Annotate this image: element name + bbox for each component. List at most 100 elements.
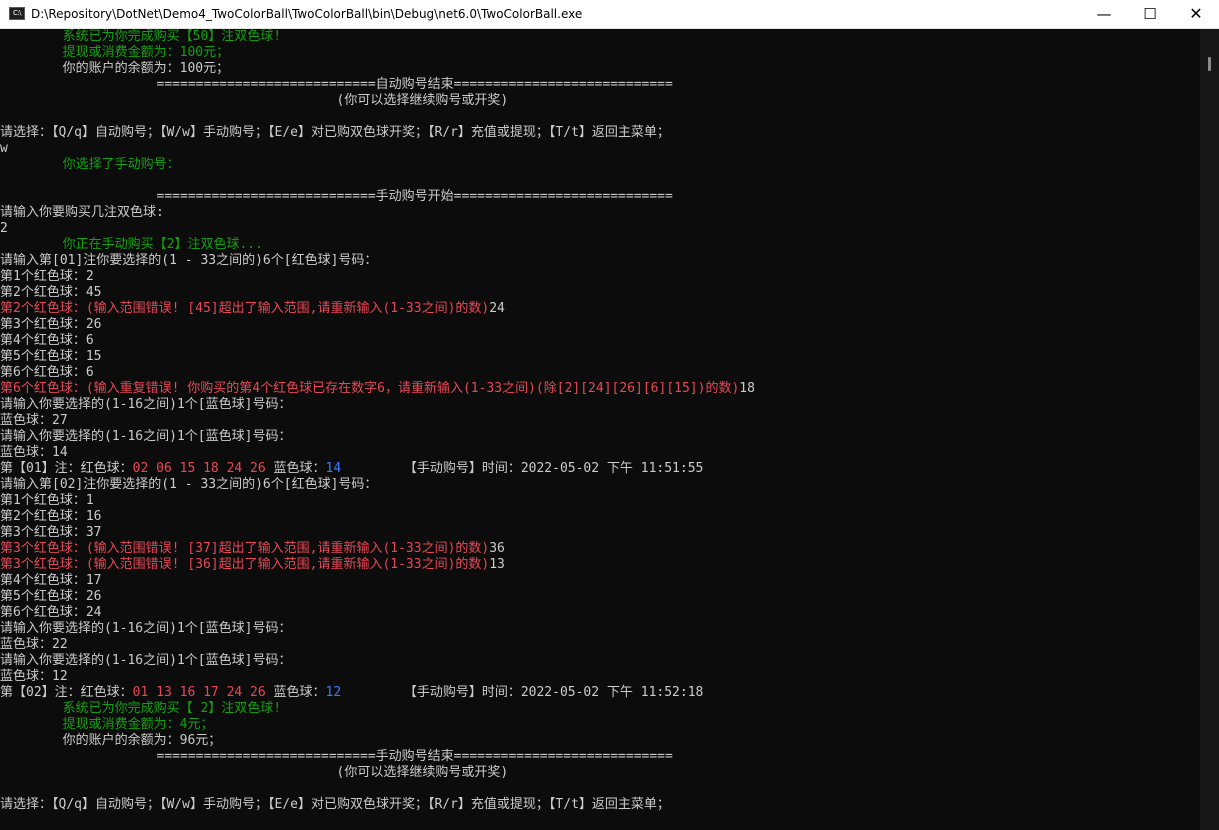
console-line: 第4个红色球：6 xyxy=(0,333,94,349)
console-text: 系统已为你完成购买【 2】注双色球! xyxy=(0,701,282,716)
console-line: 系统已为你完成购买【50】注双色球! xyxy=(0,29,281,45)
console-line: 提现或消费金额为：100元； xyxy=(0,45,229,61)
console-text: 你的账户的余额为：100元； xyxy=(0,61,230,76)
close-button[interactable]: ✕ xyxy=(1173,0,1219,28)
console-text: 18 xyxy=(739,381,755,396)
console-line: 第6个红色球：24 xyxy=(0,605,101,621)
console-text: 蓝色球：22 xyxy=(0,637,68,652)
console-line: 第【01】注：红色球：02 06 15 18 24 26 蓝色球：14 【手动购… xyxy=(0,461,703,477)
console-text: 第4个红色球：6 xyxy=(0,333,94,348)
console-line: 请输入第[01]注你要选择的(1 - 33之间的)6个[红色球]号码： xyxy=(0,253,377,269)
console-line: 第2个红色球：45 xyxy=(0,285,101,301)
console-line: 第1个红色球：1 xyxy=(0,493,94,509)
console-line: 第3个红色球：26 xyxy=(0,317,101,333)
console-text: w xyxy=(0,141,8,156)
console-line: 请输入你要购买几注双色球: xyxy=(0,205,164,221)
console-text: 01 13 16 17 24 26 xyxy=(132,685,266,700)
console-line: 系统已为你完成购买【 2】注双色球! xyxy=(0,701,281,717)
console-text: 第2个红色球：16 xyxy=(0,509,102,524)
console-text: 请选择：【Q/q】自动购号；【W/w】手动购号；【E/e】对已购双色球开奖；【R… xyxy=(0,125,670,140)
console-output[interactable]: 系统已为你完成购买【50】注双色球! 提现或消费金额为：100元； 你的账户的余… xyxy=(0,29,1200,830)
title-bar[interactable]: C:\ D:\Repository\DotNet\Demo4_TwoColorB… xyxy=(0,0,1219,29)
console-line: 第1个红色球：2 xyxy=(0,269,94,285)
console-line: 第6个红色球：(输入重复错误! 你购买的第4个红色球已存在数字6，请重新输入(1… xyxy=(0,381,755,397)
console-line: 蓝色球：12 xyxy=(0,669,68,685)
console-line: 第2个红色球：16 xyxy=(0,509,101,525)
console-text: 你正在手动购买【2】注双色球... xyxy=(0,237,263,252)
console-line: ============================手动购号结束======… xyxy=(0,749,673,765)
console-line: 蓝色球：14 xyxy=(0,445,68,461)
console-line: ============================手动购号开始======… xyxy=(0,189,673,205)
console-text: 第1个红色球：2 xyxy=(0,269,94,284)
console-line: 第3个红色球：(输入范围错误! [37]超出了输入范围,请重新输入(1-33之间… xyxy=(0,541,505,557)
console-text: 12 xyxy=(325,685,342,700)
console-text: 第6个红色球：6 xyxy=(0,365,94,380)
console-line: 2 xyxy=(0,221,8,237)
console-app-icon: C:\ xyxy=(9,7,25,20)
console-text: 【手动购号】时间：2022-05-02 下午 11:52:18 xyxy=(341,685,704,700)
console-text: 第2个红色球：45 xyxy=(0,285,102,300)
console-line: (你可以选择继续购号或开奖) xyxy=(0,765,509,781)
console-line: 提现或消费金额为：4元； xyxy=(0,717,214,733)
console-line: 第5个红色球：15 xyxy=(0,349,101,365)
console-text: 第5个红色球：26 xyxy=(0,589,102,604)
console-text: 第2个红色球：(输入范围错误! [45]超出了输入范围,请重新输入(1-33之间… xyxy=(0,301,490,316)
console-text: 第【02】注：红色球： xyxy=(0,685,133,700)
console-text: 蓝色球：12 xyxy=(0,669,68,684)
console-text: 第3个红色球：26 xyxy=(0,317,102,332)
console-text: (你可以选择继续购号或开奖) xyxy=(0,765,509,780)
console-text: ============================自动购号结束======… xyxy=(0,77,673,92)
console-text: 请输入第[01]注你要选择的(1 - 33之间的)6个[红色球]号码： xyxy=(0,253,378,268)
console-text: 蓝色球：14 xyxy=(0,445,68,460)
console-text: 24 xyxy=(489,301,505,316)
console-line: 请选择：【Q/q】自动购号；【W/w】手动购号；【E/e】对已购双色球开奖；【R… xyxy=(0,797,670,813)
console-text: 蓝色球：27 xyxy=(0,413,68,428)
console-text: 提现或消费金额为：100元； xyxy=(0,45,230,60)
console-text: 第【01】注：红色球： xyxy=(0,461,133,476)
console-line: 你的账户的余额为：96元； xyxy=(0,733,222,749)
console-text: 【手动购号】时间：2022-05-02 下午 11:51:55 xyxy=(341,461,704,476)
console-text: 第3个红色球：37 xyxy=(0,525,102,540)
console-line: 请输入你要选择的(1-16之间)1个[蓝色球]号码： xyxy=(0,621,291,637)
vertical-scrollbar[interactable] xyxy=(1200,29,1219,830)
console-text: 第5个红色球：15 xyxy=(0,349,102,364)
console-line: 第5个红色球：26 xyxy=(0,589,101,605)
console-text: 2 xyxy=(0,221,8,236)
console-text: 第1个红色球：1 xyxy=(0,493,94,508)
console-text: 请输入你要选择的(1-16之间)1个[蓝色球]号码： xyxy=(0,397,292,412)
console-line: 第6个红色球：6 xyxy=(0,365,94,381)
console-text: 蓝色球： xyxy=(265,685,326,700)
scrollbar-thumb[interactable] xyxy=(1208,57,1211,71)
console-line: 请选择：【Q/q】自动购号；【W/w】手动购号；【E/e】对已购双色球开奖；【R… xyxy=(0,125,670,141)
console-line: 请输入第[02]注你要选择的(1 - 33之间的)6个[红色球]号码： xyxy=(0,477,377,493)
console-text: 36 xyxy=(489,541,505,556)
console-line: ============================自动购号结束======… xyxy=(0,77,673,93)
console-text: 系统已为你完成购买【50】注双色球! xyxy=(0,29,282,44)
console-text: (你可以选择继续购号或开奖) xyxy=(0,93,509,108)
maximize-button[interactable]: ☐ xyxy=(1127,0,1173,28)
console-text: 你选择了手动购号： xyxy=(0,157,180,172)
console-line: 蓝色球：22 xyxy=(0,637,68,653)
console-text: ============================手动购号开始======… xyxy=(0,189,673,204)
console-line: 蓝色球：27 xyxy=(0,413,68,429)
console-line: 第【02】注：红色球：01 13 16 17 24 26 蓝色球：12 【手动购… xyxy=(0,685,703,701)
console-window: C:\ D:\Repository\DotNet\Demo4_TwoColorB… xyxy=(0,0,1219,830)
console-line: 请输入你要选择的(1-16之间)1个[蓝色球]号码： xyxy=(0,653,291,669)
console-text: 提现或消费金额为：4元； xyxy=(0,717,214,732)
console-text: 你的账户的余额为：96元； xyxy=(0,733,222,748)
console-text: 第6个红色球：(输入重复错误! 你购买的第4个红色球已存在数字6，请重新输入(1… xyxy=(0,381,740,396)
console-text: 第3个红色球：(输入范围错误! [37]超出了输入范围,请重新输入(1-33之间… xyxy=(0,541,490,556)
console-line: 第3个红色球：(输入范围错误! [36]超出了输入范围,请重新输入(1-33之间… xyxy=(0,557,505,573)
console-text: 请选择：【Q/q】自动购号；【W/w】手动购号；【E/e】对已购双色球开奖；【R… xyxy=(0,797,670,812)
console-line: (你可以选择继续购号或开奖) xyxy=(0,93,509,109)
console-line: 请输入你要选择的(1-16之间)1个[蓝色球]号码： xyxy=(0,429,291,445)
console-line: 第2个红色球：(输入范围错误! [45]超出了输入范围,请重新输入(1-33之间… xyxy=(0,301,505,317)
minimize-button[interactable]: — xyxy=(1081,0,1127,28)
console-line: 你的账户的余额为：100元； xyxy=(0,61,229,77)
console-text: 02 06 15 18 24 26 xyxy=(132,461,266,476)
console-text: 请输入你要选择的(1-16之间)1个[蓝色球]号码： xyxy=(0,621,292,636)
console-line: 请输入你要选择的(1-16之间)1个[蓝色球]号码： xyxy=(0,397,291,413)
console-line: w xyxy=(0,141,8,157)
console-text: 请输入你要选择的(1-16之间)1个[蓝色球]号码： xyxy=(0,653,292,668)
console-text: 14 xyxy=(325,461,342,476)
